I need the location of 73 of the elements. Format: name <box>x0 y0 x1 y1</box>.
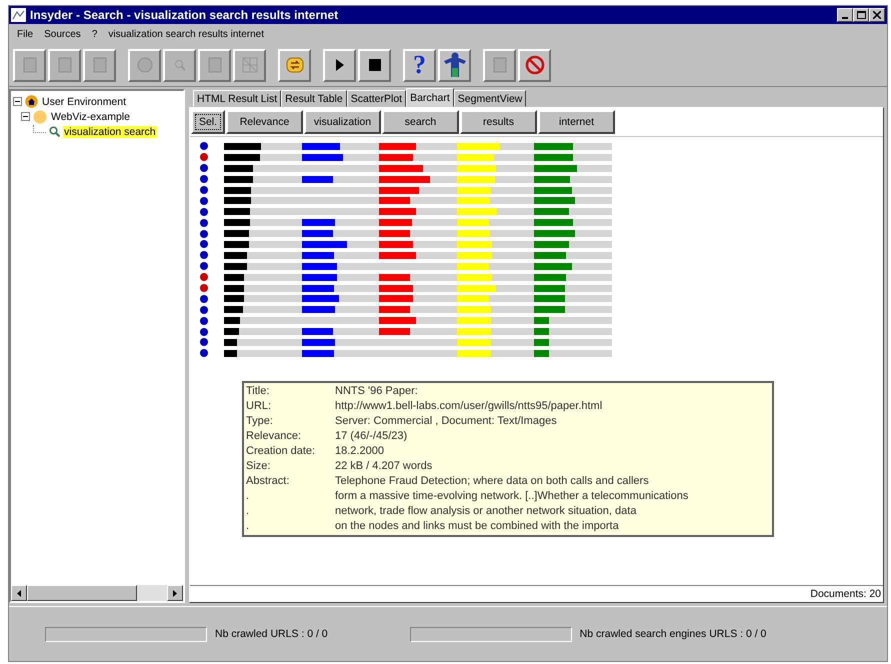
detail-label: . <box>246 490 250 502</box>
detail-label: Title: <box>246 385 270 398</box>
detail-label: URL: <box>246 400 272 412</box>
circle-icon <box>33 110 47 124</box>
detail-value: 18.2.2000 <box>335 445 384 458</box>
detail-label: . <box>246 520 250 532</box>
menu-item[interactable]: File <box>17 28 34 40</box>
detail-value: http://www1.bell-labs.com/user/gwills/ntts95/paper.html <box>335 400 602 412</box>
page-icon <box>56 56 74 74</box>
page-icon <box>90 56 108 74</box>
help-button[interactable]: ? <box>403 48 436 82</box>
menu-item[interactable]: ? <box>92 28 98 40</box>
maximize-icon <box>856 11 866 19</box>
horizontal-scrollbar[interactable] <box>11 585 183 601</box>
detail-label: Type: <box>246 415 274 428</box>
tab[interactable]: Result Table <box>281 90 347 107</box>
collapse-icon[interactable] <box>21 112 30 121</box>
tab[interactable]: Barchart <box>406 88 454 107</box>
left-arrow-icon[interactable] <box>17 590 21 596</box>
detail-value: Telephone Fraud Detection; where data on both calls and callers <box>335 475 649 488</box>
app-icon <box>11 8 26 22</box>
play-icon <box>334 58 344 72</box>
detail-label: Creation date: <box>246 445 316 458</box>
tab[interactable]: SegmentView <box>454 90 526 107</box>
toolbar-button[interactable] <box>438 48 471 82</box>
tree-item[interactable]: WebViz-example <box>50 110 131 122</box>
status-text: Nb crawled search engines URLS : 0 / 0 <box>580 628 766 640</box>
menu-item[interactable]: visualization search results internet <box>108 28 264 40</box>
detail-value: 22 kB / 4.207 words <box>335 460 432 472</box>
tab[interactable]: ScatterPlot <box>346 90 406 107</box>
detail-label: Size: <box>246 460 272 472</box>
close-icon <box>873 11 881 19</box>
person-icon <box>442 52 466 78</box>
grid-icon <box>240 56 258 74</box>
search-icon <box>49 126 60 137</box>
detail-value: form a massive time-evolving network. [..]Whether a telecommunications <box>335 490 688 502</box>
column-header[interactable]: search <box>382 110 459 134</box>
close-button[interactable] <box>869 8 885 22</box>
detail-value: on the nodes and links must be combined with the importa <box>335 520 619 532</box>
refresh-icon <box>286 57 304 73</box>
page-icon <box>490 56 508 74</box>
home-icon <box>25 95 38 108</box>
globe-icon <box>136 56 154 74</box>
detail-label: . <box>246 505 250 518</box>
tab[interactable]: HTML Result List <box>193 90 282 107</box>
select-button[interactable]: Sel. <box>191 110 225 134</box>
tree-item[interactable]: visualization search <box>63 126 157 138</box>
column-header[interactable]: internet <box>538 110 615 134</box>
right-arrow-icon[interactable] <box>173 590 177 596</box>
page-icon <box>206 56 224 74</box>
tree-item[interactable]: User Environment <box>41 96 128 108</box>
cancel-icon <box>524 55 544 75</box>
collapse-icon[interactable] <box>13 97 22 106</box>
detail-value: network, trade flow analysis or another network situation, data <box>335 505 636 518</box>
toolbar-button[interactable] <box>358 48 391 82</box>
column-header[interactable]: results <box>460 110 537 134</box>
status-text: Nb crawled URLS : 0 / 0 <box>215 628 328 640</box>
column-header[interactable]: Relevance <box>226 110 303 134</box>
column-header[interactable]: visualization <box>304 110 381 134</box>
detail-value: 17 (46/-/45/23) <box>335 430 408 442</box>
page-icon <box>20 56 38 74</box>
detail-label: Relevance: <box>246 430 302 442</box>
maximize-button[interactable] <box>853 8 869 22</box>
window-title: Insyder - Search - visualization search results internet <box>30 8 340 22</box>
minimize-button[interactable] <box>837 8 853 22</box>
detail-label: Abstract: <box>246 475 290 488</box>
stop-icon <box>368 59 380 71</box>
detail-value: NNTS '96 Paper: <box>335 385 418 398</box>
document-count: Documents: 20 <box>810 588 881 600</box>
menu-item[interactable]: Sources <box>44 28 81 40</box>
detail-value: Server: Commercial , Document: Text/Images <box>335 415 557 428</box>
toolbar-button[interactable] <box>323 48 356 82</box>
magnifier-icon <box>174 59 186 71</box>
